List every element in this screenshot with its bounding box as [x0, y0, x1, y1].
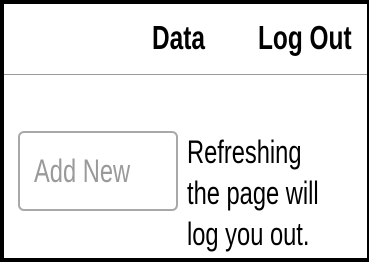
add-new-button[interactable]: Add New [18, 131, 178, 211]
refresh-warning-line: log you out. [187, 216, 310, 252]
refresh-warning-line: Refreshing [187, 134, 302, 170]
top-navigation: Data Log Out [4, 4, 367, 75]
app-frame: Data Log Out Add New Refreshing the page… [0, 0, 369, 262]
add-new-button-label: Add New [34, 153, 131, 189]
refresh-warning-line: the page will [187, 175, 319, 211]
logout-link[interactable]: Log Out [258, 18, 352, 58]
nav-link-data[interactable]: Data [152, 18, 205, 58]
